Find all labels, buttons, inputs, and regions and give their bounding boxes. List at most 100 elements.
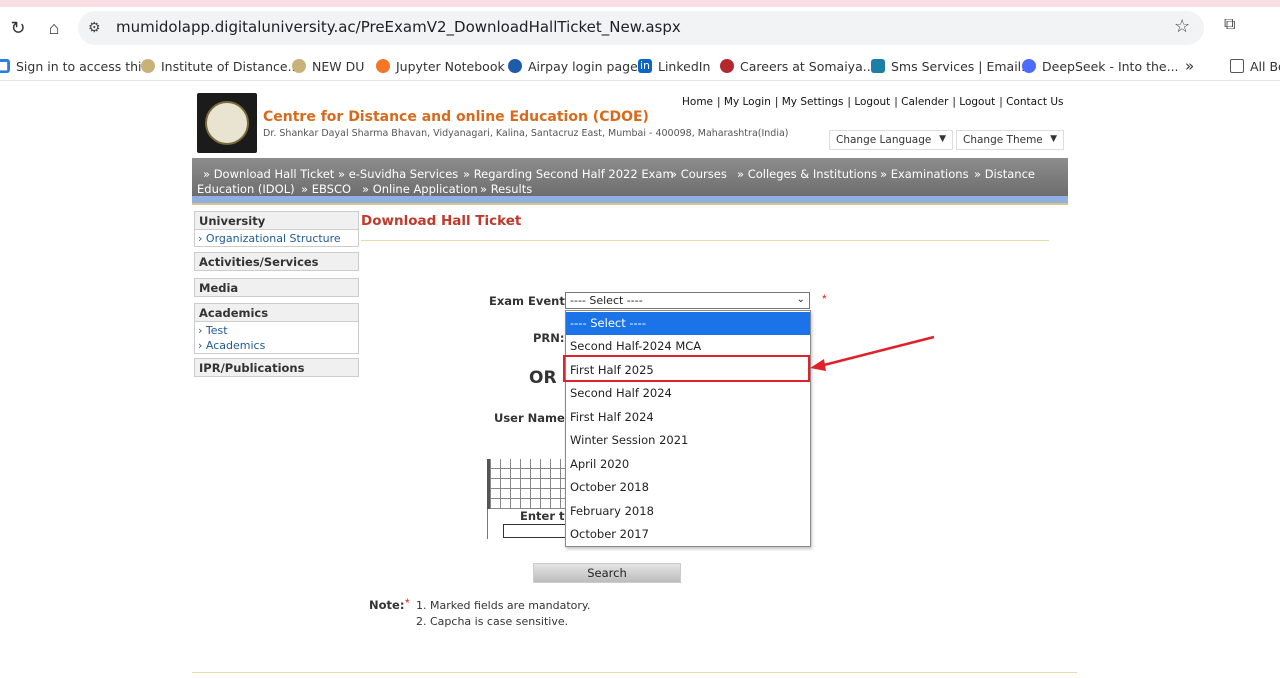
sidebar-item-label: Organizational Structure bbox=[205, 232, 341, 245]
username-label: User Name: bbox=[494, 411, 570, 425]
more-bookmarks-icon[interactable]: » bbox=[1185, 57, 1194, 75]
required-marker: * bbox=[822, 292, 827, 306]
menu-e-suvidha[interactable]: » e-Suvidha Services bbox=[338, 167, 458, 181]
or-label: OR bbox=[529, 368, 557, 388]
menu-online-application[interactable]: » Online Application bbox=[362, 182, 478, 196]
bookmark-item[interactable]: Institute of Distance... bbox=[141, 57, 299, 75]
change-theme-label: Change Theme bbox=[963, 134, 1043, 146]
contact-us-link[interactable]: Contact Us bbox=[1006, 96, 1063, 108]
menu-ebsco[interactable]: » EBSCO bbox=[301, 182, 351, 196]
bookmark-item[interactable]: Jupyter Notebook bbox=[376, 57, 505, 75]
change-theme-select[interactable]: Change Theme ▼ bbox=[956, 130, 1064, 150]
browser-tab-strip bbox=[0, 0, 1280, 7]
logout-link-2[interactable]: Logout bbox=[959, 96, 995, 108]
captcha-image bbox=[487, 459, 567, 509]
logout-link[interactable]: Logout bbox=[854, 96, 890, 108]
university-logo bbox=[197, 93, 257, 153]
bookmark-label: LinkedIn bbox=[658, 58, 711, 74]
menu-distance-cont[interactable]: Education (IDOL) bbox=[197, 182, 295, 196]
bookmark-item[interactable]: in LinkedIn bbox=[638, 57, 710, 75]
exam-event-label: Exam Event: bbox=[489, 294, 570, 308]
menu-second-half-2022[interactable]: » Regarding Second Half 2022 Exam bbox=[463, 167, 674, 181]
bookmark-label: Airpay login page bbox=[528, 58, 638, 74]
highlight-box bbox=[563, 355, 810, 382]
home-link[interactable]: Home bbox=[682, 96, 713, 108]
menu-courses[interactable]: » Courses bbox=[670, 167, 727, 181]
bookmark-label: Sms Services | Email... bbox=[891, 58, 1034, 74]
menu-colleges[interactable]: » Colleges & Institutions bbox=[737, 167, 877, 181]
dropdown-option[interactable]: First Half 2024 bbox=[566, 406, 810, 429]
site-info-icon[interactable]: ⚙ bbox=[88, 19, 101, 36]
dropdown-option[interactable]: October 2017 bbox=[566, 523, 810, 546]
exam-event-select[interactable]: ---- Select ---- ⌄ bbox=[565, 292, 810, 309]
linkedin-icon: in bbox=[638, 59, 652, 73]
jupyter-icon bbox=[376, 59, 390, 73]
sidebar-item-organizational-structure[interactable]: › Organizational Structure bbox=[198, 232, 341, 245]
bookmark-folder[interactable]: All Bo bbox=[1230, 57, 1280, 75]
captcha-input[interactable] bbox=[503, 524, 567, 538]
sidebar-item-label: Academics bbox=[205, 339, 266, 352]
bookmark-item[interactable]: DeepSeek - Into the... bbox=[1022, 57, 1179, 75]
bookmark-label: DeepSeek - Into the... bbox=[1042, 58, 1179, 74]
change-language-select[interactable]: Change Language ▼ bbox=[829, 130, 953, 150]
menu-distance[interactable]: » Distance bbox=[974, 167, 1035, 181]
windows-icon: ■ bbox=[0, 59, 10, 73]
prn-label: PRN: bbox=[533, 331, 565, 345]
bookmark-item[interactable]: ■ Sign in to access thi... bbox=[0, 57, 153, 75]
airpay-icon bbox=[508, 59, 522, 73]
chevron-down-icon: ▼ bbox=[1050, 134, 1057, 144]
dropdown-option[interactable]: Winter Session 2021 bbox=[566, 429, 810, 452]
globe-icon bbox=[141, 59, 155, 73]
menu-stripe-gold bbox=[192, 203, 1068, 205]
menu-examinations[interactable]: » Examinations bbox=[880, 167, 969, 181]
my-login-link[interactable]: My Login bbox=[724, 96, 771, 108]
bookmark-item[interactable]: Sms Services | Email... bbox=[871, 57, 1033, 75]
deepseek-icon bbox=[1022, 59, 1036, 73]
top-links: Home | My Login | My Settings | Logout | Cal… bbox=[682, 96, 1064, 108]
note-line: 1. Marked fields are mandatory. bbox=[416, 599, 591, 612]
somaiya-icon bbox=[720, 59, 734, 73]
menu-results[interactable]: » Results bbox=[480, 182, 532, 196]
footer-divider bbox=[192, 672, 1077, 673]
bookmark-label: All Bo bbox=[1250, 58, 1280, 74]
reload-icon[interactable]: ↻ bbox=[4, 14, 32, 42]
menu-download-hall-ticket[interactable]: » Download Hall Ticket bbox=[203, 167, 334, 181]
bookmark-item[interactable]: Careers at Somaiya... bbox=[720, 57, 875, 75]
dropdown-option[interactable]: February 2018 bbox=[566, 500, 810, 523]
exam-event-dropdown: ---- Select ---- Second Half-2024 MCA Fi… bbox=[565, 310, 811, 547]
sidebar-ipr[interactable]: IPR/Publications bbox=[194, 358, 359, 377]
sidebar-university[interactable]: University bbox=[194, 211, 359, 230]
dropdown-option[interactable]: April 2020 bbox=[566, 453, 810, 476]
dropdown-option[interactable]: October 2018 bbox=[566, 476, 810, 499]
bookmark-item[interactable]: Airpay login page bbox=[508, 57, 638, 75]
sidebar-activities[interactable]: Activities/Services bbox=[194, 252, 359, 271]
extensions-icon[interactable]: ⧉ bbox=[1224, 16, 1235, 34]
site-title: Centre for Distance and online Education… bbox=[263, 109, 649, 125]
sidebar-item-academics[interactable]: › Academics bbox=[198, 339, 265, 352]
exam-event-value: ---- Select ---- bbox=[570, 294, 643, 307]
red-arrow-annotation bbox=[810, 335, 935, 371]
bookmark-label: Careers at Somaiya... bbox=[740, 58, 875, 74]
calender-link[interactable]: Calender bbox=[901, 96, 948, 108]
bookmark-item[interactable]: NEW DU bbox=[292, 57, 364, 75]
sidebar-item-label: Test bbox=[205, 324, 228, 337]
note-line: 2. Capcha is case sensitive. bbox=[416, 615, 569, 628]
my-settings-link[interactable]: My Settings bbox=[782, 96, 844, 108]
chevron-down-icon: ▼ bbox=[939, 134, 946, 144]
bookmark-star-icon[interactable]: ☆ bbox=[1174, 16, 1190, 37]
dropdown-option[interactable]: Second Half 2024 bbox=[566, 382, 810, 405]
home-icon[interactable]: ⌂ bbox=[40, 14, 68, 42]
sidebar-academics[interactable]: Academics bbox=[194, 303, 359, 322]
dropdown-option[interactable]: ---- Select ---- bbox=[566, 312, 810, 335]
menu-stripe bbox=[192, 196, 1068, 203]
globe-icon bbox=[292, 59, 306, 73]
sms-icon bbox=[871, 59, 885, 73]
change-language-label: Change Language bbox=[836, 134, 932, 146]
bookmark-label: NEW DU bbox=[312, 58, 365, 74]
site-address: Dr. Shankar Dayal Sharma Bhavan, Vidyana… bbox=[263, 128, 789, 139]
search-button[interactable]: Search bbox=[533, 563, 681, 583]
sidebar-item-test[interactable]: › Test bbox=[198, 324, 228, 337]
folder-icon bbox=[1230, 59, 1244, 73]
sidebar-media[interactable]: Media bbox=[194, 278, 359, 297]
page-title: Download Hall Ticket bbox=[361, 213, 522, 229]
